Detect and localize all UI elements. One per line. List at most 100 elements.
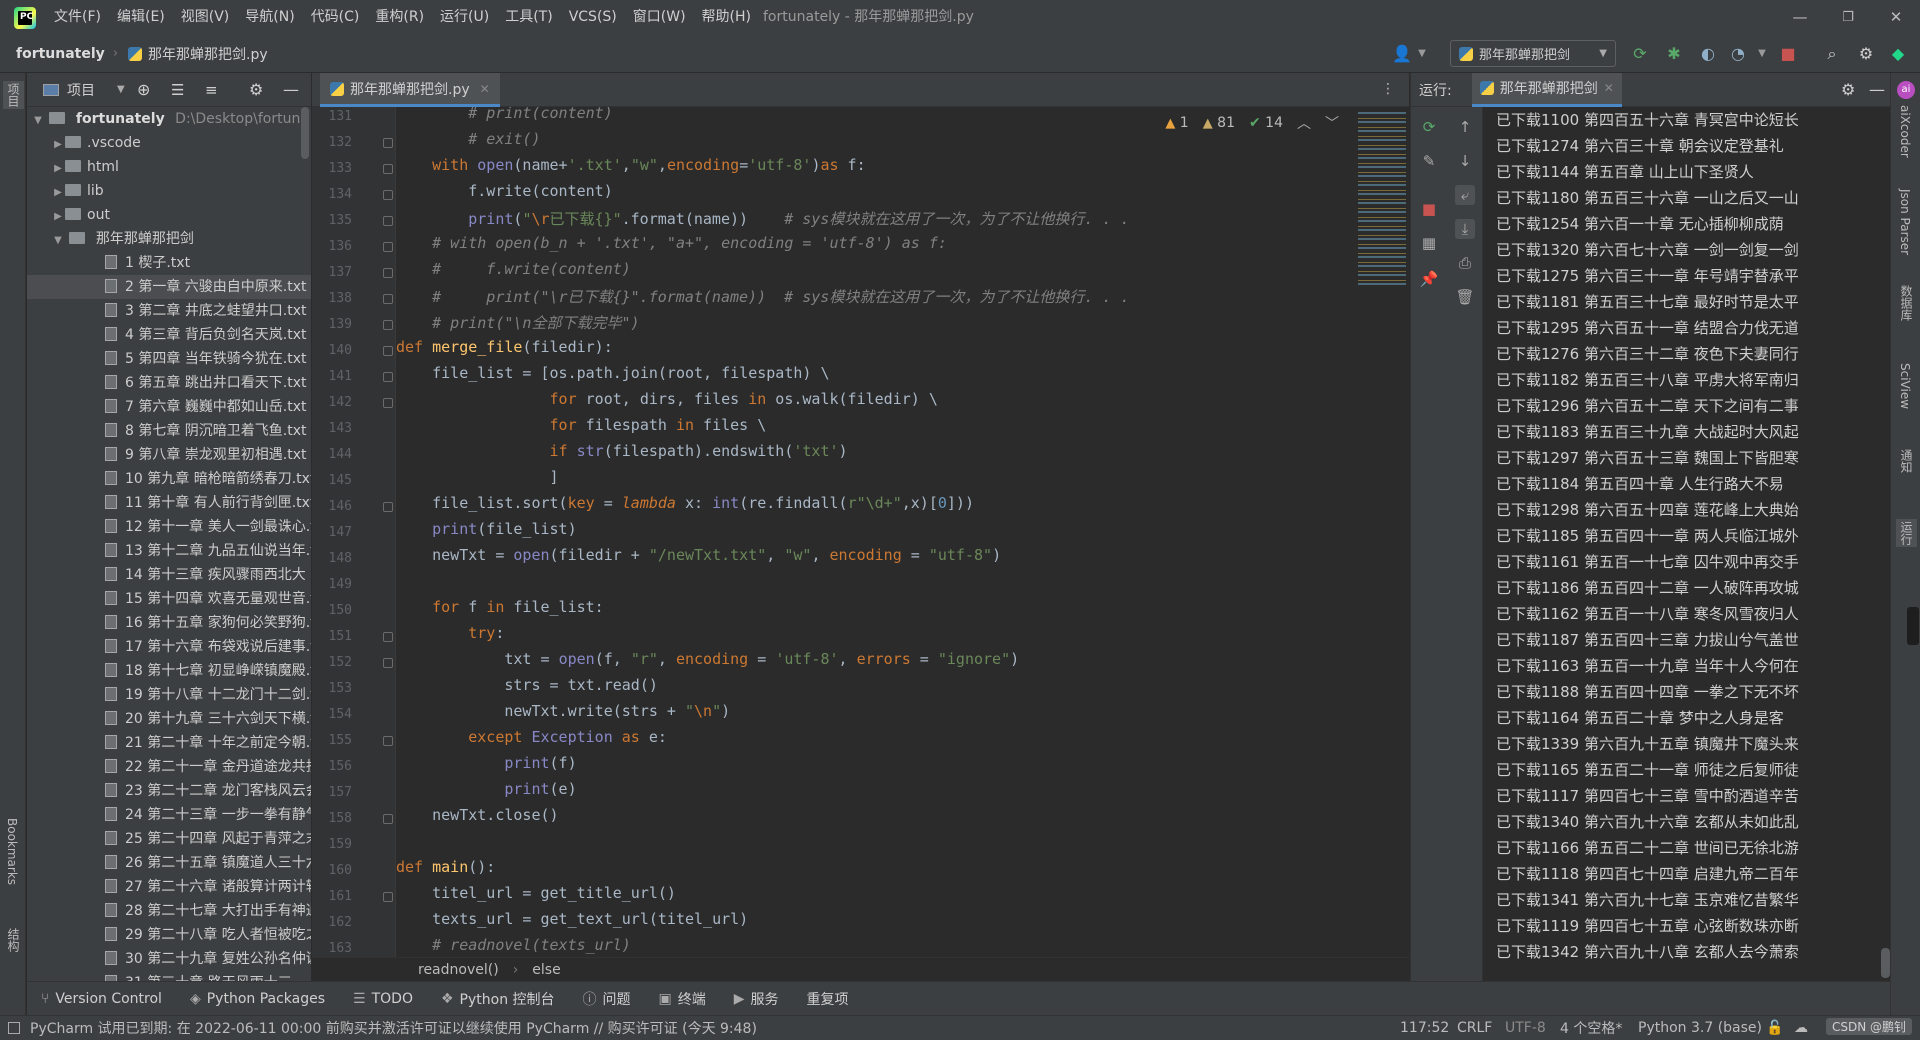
menu-item-6[interactable]: 运行(U) — [432, 0, 497, 35]
gear-icon[interactable]: ⚙ — [1856, 44, 1876, 64]
code-line-145[interactable]: ] — [396, 468, 559, 494]
code-line-159[interactable] — [396, 832, 405, 858]
arrow-up-icon[interactable]: ↑ — [1455, 117, 1475, 137]
code-line-148[interactable]: newTxt = open(filedir + "/newTxt.txt", "… — [396, 546, 1001, 572]
close-tab-icon[interactable]: ✕ — [480, 82, 490, 96]
console-scrollbar[interactable] — [1881, 948, 1890, 978]
layout-icon[interactable]: ▦ — [1419, 233, 1439, 253]
tree-file[interactable]: 8 第七章 阴沉暗卫着飞鱼.txt — [27, 419, 311, 443]
stripe-project[interactable]: 项目 — [3, 81, 24, 109]
fold-marker-icon[interactable] — [383, 216, 393, 226]
expand-all-icon[interactable]: ☰ — [171, 81, 184, 99]
code-line-153[interactable]: strs = txt.read() — [396, 676, 658, 702]
code-line-147[interactable]: print(file_list) — [396, 520, 577, 546]
tool-services[interactable]: ▶ 服务 — [734, 989, 779, 1009]
menu-item-5[interactable]: 重构(R) — [367, 0, 432, 35]
code-line-143[interactable]: for filespath in files \ — [396, 416, 767, 442]
close-window-button[interactable]: ✕ — [1872, 0, 1920, 35]
stop-icon[interactable]: ■ — [1778, 44, 1798, 64]
jetbrains-toolbox-icon[interactable]: ◆ — [1888, 44, 1908, 64]
fold-marker-icon[interactable] — [383, 268, 393, 278]
code-line-146[interactable]: file_list.sort(key = lambda x: int(re.fi… — [396, 494, 974, 520]
tree-file[interactable]: 13 第十二章 九品五仙说当年.t — [27, 539, 311, 563]
stop-icon[interactable]: ■ — [1419, 199, 1439, 219]
menu-item-4[interactable]: 代码(C) — [303, 0, 368, 35]
notification-icon[interactable]: ☁ — [1794, 1020, 1808, 1036]
tree-file[interactable]: 12 第十一章 美人一剑最诛心.t — [27, 515, 311, 539]
menu-item-2[interactable]: 视图(V) — [173, 0, 238, 35]
indent-setting[interactable]: 4 个空格* — [1560, 1018, 1622, 1038]
search-icon[interactable]: ⌕ — [1822, 44, 1842, 64]
minimize-button[interactable]: — — [1776, 0, 1824, 35]
tree-file[interactable]: 1 楔子.txt — [27, 251, 311, 275]
fold-marker-icon[interactable] — [383, 190, 393, 200]
stripe-aixcoder[interactable]: aiXcoder — [1898, 105, 1912, 158]
tree-file[interactable]: 10 第九章 暗枪暗箭绣春刀.txt — [27, 467, 311, 491]
tree-file[interactable]: 20 第十九章 三十六剑天下横.t — [27, 707, 311, 731]
more-run-chevron-icon[interactable]: ▼ — [1752, 44, 1772, 64]
coverage-icon[interactable]: ◐ — [1698, 44, 1718, 64]
debug-bug-icon[interactable]: ✱ — [1664, 44, 1684, 64]
tool-python-console[interactable]: ❖ Python 控制台 — [441, 989, 555, 1009]
tool-problems[interactable]: ⓘ 问题 — [583, 989, 631, 1009]
collapse-all-icon[interactable]: ≡ — [205, 81, 218, 99]
next-highlight-icon[interactable]: ﹀ — [1325, 113, 1339, 133]
tool-todo[interactable]: ☰ TODO — [353, 991, 413, 1007]
code-line-151[interactable]: try: — [396, 624, 504, 650]
run-console-output[interactable]: 已下载1100 第四百五十六章 青冥宫中论短长 已下载1274 第六百三十章 朝会… — [1496, 107, 1886, 981]
stripe-notifications[interactable]: 通知 — [1898, 449, 1915, 473]
tree-scrollbar[interactable] — [301, 107, 309, 159]
inspection-widget[interactable]: ▲ 1 ▲ 81 ✔ 14 ︿ ﹀ — [1165, 113, 1339, 133]
fold-marker-icon[interactable] — [383, 346, 393, 356]
profile-icon[interactable]: ◔ — [1728, 44, 1748, 64]
fold-marker-icon[interactable] — [383, 320, 393, 330]
caret-position[interactable]: 117:52 — [1400, 1020, 1449, 1036]
code-line-137[interactable]: # f.write(content) — [396, 260, 631, 286]
hide-run-icon[interactable]: — — [1869, 80, 1885, 99]
stripe-run[interactable]: 运行 — [1896, 519, 1917, 547]
fold-marker-icon[interactable] — [383, 398, 393, 408]
tool-terminal[interactable]: ▣ 终端 — [659, 989, 706, 1009]
code-line-131[interactable]: # print(content) — [396, 107, 613, 130]
tree-file[interactable]: 11 第十章 有人前行背剑匣.txt — [27, 491, 311, 515]
fold-marker-icon[interactable] — [383, 294, 393, 304]
stripe-structure[interactable]: 结构 — [5, 928, 22, 952]
menu-item-0[interactable]: 文件(F) — [46, 0, 109, 35]
code-line-142[interactable]: for root, dirs, files in os.walk(filedir… — [396, 390, 938, 416]
tool-version-control[interactable]: ⑂ Version Control — [41, 991, 162, 1007]
fold-marker-icon[interactable] — [383, 502, 393, 512]
tree-file[interactable]: 21 第二十章 十年之前定今朝.t — [27, 731, 311, 755]
fold-marker-icon[interactable] — [383, 632, 393, 642]
code-line-149[interactable] — [396, 572, 405, 598]
code-line-160[interactable]: def main(): — [396, 858, 495, 884]
pin-icon[interactable]: 📌 — [1419, 269, 1439, 289]
code-line-155[interactable]: except Exception as e: — [396, 728, 667, 754]
breadcrumb-function[interactable]: readnovel() — [418, 962, 499, 978]
tree-file[interactable]: 25 第二十四章 风起于青萍之末 — [27, 827, 311, 851]
wrench-icon[interactable]: ✎ — [1419, 151, 1439, 171]
close-run-tab-icon[interactable]: ✕ — [1604, 81, 1614, 95]
tool-python-packages[interactable]: ◈ Python Packages — [190, 991, 325, 1007]
tool-duplicates[interactable]: 重复项 — [807, 989, 849, 1009]
prev-highlight-icon[interactable]: ︿ — [1297, 113, 1311, 133]
code-line-141[interactable]: file_list = [os.path.join(root, filespat… — [396, 364, 829, 390]
menu-item-9[interactable]: 窗口(W) — [625, 0, 694, 35]
arrow-down-icon[interactable]: ↓ — [1455, 151, 1475, 171]
tree-file[interactable]: 2 第一章 六骏由自中原来.txt — [27, 275, 311, 299]
code-line-134[interactable]: f.write(content) — [396, 182, 613, 208]
tree-file[interactable]: 26 第二十五章 镇魔道人三十六 — [27, 851, 311, 875]
tree-file[interactable]: 29 第二十八章 吃人者恒被吃之 — [27, 923, 311, 947]
rerun-icon[interactable]: ⟳ — [1630, 44, 1650, 64]
python-interpreter[interactable]: Python 3.7 (base) — [1638, 1020, 1762, 1036]
scroll-to-end-icon[interactable]: ⤓ — [1455, 219, 1475, 239]
stripe-json-parser[interactable]: Json Parser — [1898, 189, 1912, 255]
tree-file[interactable]: 9 第八章 崇龙观里初相遇.txt — [27, 443, 311, 467]
user-icon[interactable]: 👤 — [1392, 44, 1412, 64]
code-editor[interactable]: 131 132 133 134 135 136 137 138 139 140 141 142 143 1… — [312, 107, 1409, 957]
lock-icon[interactable]: 🔓 — [1766, 1020, 1783, 1036]
tree-file[interactable]: 5 第四章 当年铁骑今犹在.txt — [27, 347, 311, 371]
tree-file[interactable]: 30 第二十九章 复姓公孙名仲谋 — [27, 947, 311, 971]
code-line-138[interactable]: # print("\r已下载{}".format(name)) # sys模块就… — [396, 286, 1129, 312]
rerun-icon[interactable]: ⟳ — [1419, 117, 1439, 137]
hide-panel-icon[interactable]: — — [283, 80, 299, 99]
